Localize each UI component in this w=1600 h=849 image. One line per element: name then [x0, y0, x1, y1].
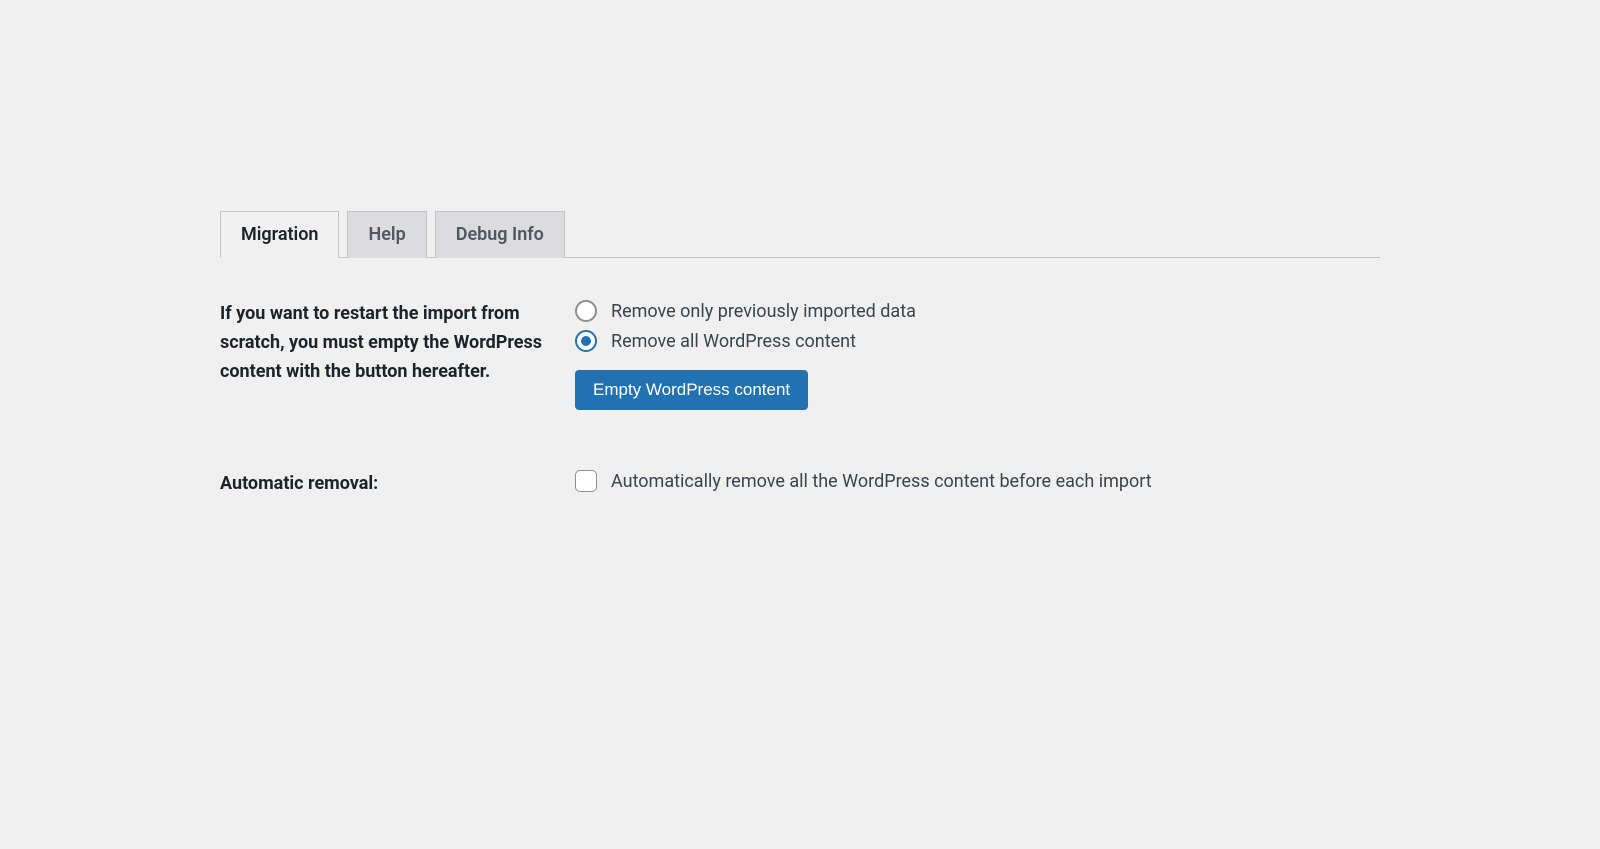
tab-migration[interactable]: Migration — [220, 211, 339, 258]
restart-import-row: If you want to restart the import from s… — [220, 300, 1380, 410]
tab-debug-info[interactable]: Debug Info — [435, 211, 565, 258]
remove-all-radio[interactable]: Remove all WordPress content — [575, 330, 1380, 352]
automatic-removal-checkbox[interactable]: Automatically remove all the WordPress c… — [575, 470, 1380, 492]
automatic-removal-row: Automatic removal: Automatically remove … — [220, 470, 1380, 499]
remove-previous-radio[interactable]: Remove only previously imported data — [575, 300, 1380, 322]
radio-icon — [575, 330, 597, 352]
remove-options-radio-group: Remove only previously imported data Rem… — [575, 300, 1380, 352]
remove-previous-label: Remove only previously imported data — [611, 301, 916, 322]
remove-all-label: Remove all WordPress content — [611, 331, 856, 352]
radio-selected-dot-icon — [581, 336, 591, 346]
checkbox-icon — [575, 470, 597, 492]
radio-icon — [575, 300, 597, 322]
restart-import-controls: Remove only previously imported data Rem… — [575, 300, 1380, 410]
automatic-removal-controls: Automatically remove all the WordPress c… — [575, 470, 1380, 492]
empty-wordpress-content-button[interactable]: Empty WordPress content — [575, 370, 808, 410]
automatic-removal-label: Automatic removal: — [220, 470, 575, 499]
restart-import-label: If you want to restart the import from s… — [220, 300, 575, 386]
migration-content: If you want to restart the import from s… — [220, 300, 1380, 499]
automatic-removal-checkbox-label: Automatically remove all the WordPress c… — [611, 471, 1152, 492]
tab-help[interactable]: Help — [347, 211, 426, 258]
tab-bar: Migration Help Debug Info — [220, 210, 1380, 258]
